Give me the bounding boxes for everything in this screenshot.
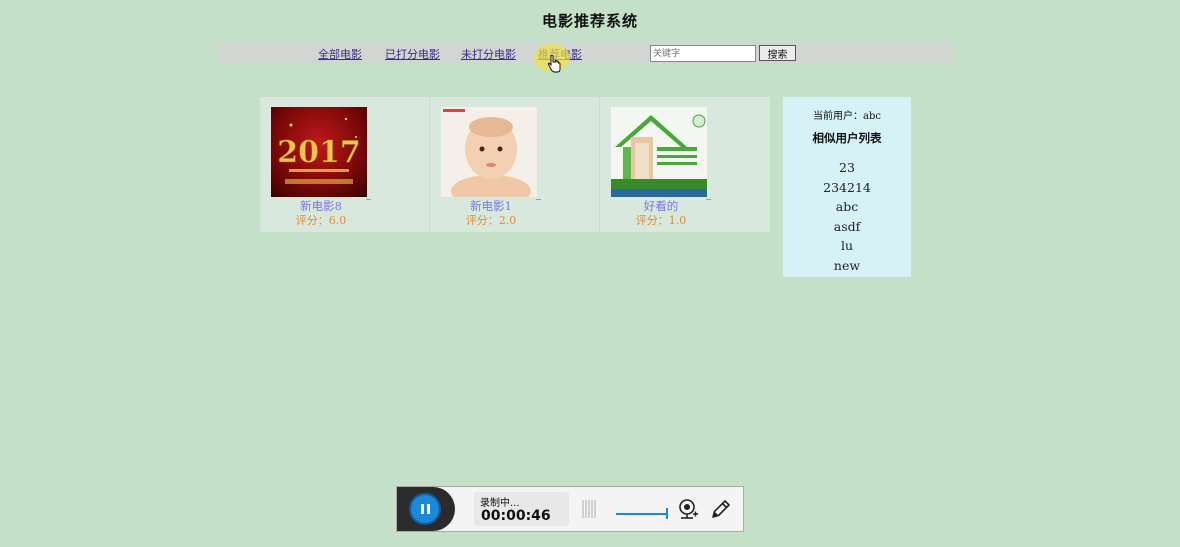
recording-info: 录制中... 00:00:46 [474,492,569,526]
movie-poster[interactable]: 2017 [271,107,367,197]
movie-card[interactable]: _ 新电影1 评分：2.0 [430,97,600,232]
list-item: 23 [839,160,855,175]
movie-card[interactable]: _ 好看的 评分：1.0 [600,97,770,232]
recording-status: 录制中... [480,498,520,509]
nav-bar: 全部电影 已打分电影 未打分电影 推荐电影 搜索 [220,42,953,64]
hand-cursor-icon [547,55,561,73]
recording-timer: 00:00:46 [481,508,551,524]
audio-level-meter [582,500,600,518]
movie-grid: 2017 _ 新电影8 评分：6.0 _ 新电影1 评分：2.0 _ 好看的 评… [260,97,770,232]
list-item: lu [840,238,854,253]
list-item: abc [835,199,859,214]
similar-users-panel: 当前用户：abc 相似用户列表 23 234214 abc asdf lu ne… [783,97,911,277]
movie-card[interactable]: 2017 _ 新电影8 评分：6.0 [260,97,430,232]
list-item: 234214 [823,179,871,195]
nav-rated-movies[interactable]: 已打分电影 [385,46,440,62]
search-button[interactable]: 搜索 [759,45,796,61]
page-title: 电影推荐系统 [541,12,638,30]
movie-score: 评分：6.0 [295,214,347,227]
nav-all-movies[interactable]: 全部电影 [318,46,362,62]
movie-score: 评分：2.0 [465,214,517,227]
list-item: asdf [833,218,861,234]
svg-text:2017: 2017 [277,135,361,170]
similar-users-title: 相似用户列表 [812,131,882,145]
volume-slider-handle[interactable] [666,508,668,519]
search-input[interactable] [650,45,756,62]
pause-icon [421,504,424,514]
pencil-icon[interactable] [710,498,732,520]
movie-score: 评分：1.0 [635,214,687,227]
nav-unrated-movies[interactable]: 未打分电影 [461,46,516,62]
webcam-icon[interactable] [677,498,699,520]
screen-recorder-toolbar: 录制中... 00:00:46 [396,486,744,532]
current-user-label: 当前用户：abc [813,111,881,122]
list-item: new [833,257,861,273]
movie-poster[interactable] [441,107,537,197]
movie-poster[interactable] [611,107,707,197]
volume-slider[interactable] [616,513,668,515]
pause-button[interactable] [409,493,441,525]
similar-users-list: 23 234214 abc asdf lu new [783,158,911,275]
